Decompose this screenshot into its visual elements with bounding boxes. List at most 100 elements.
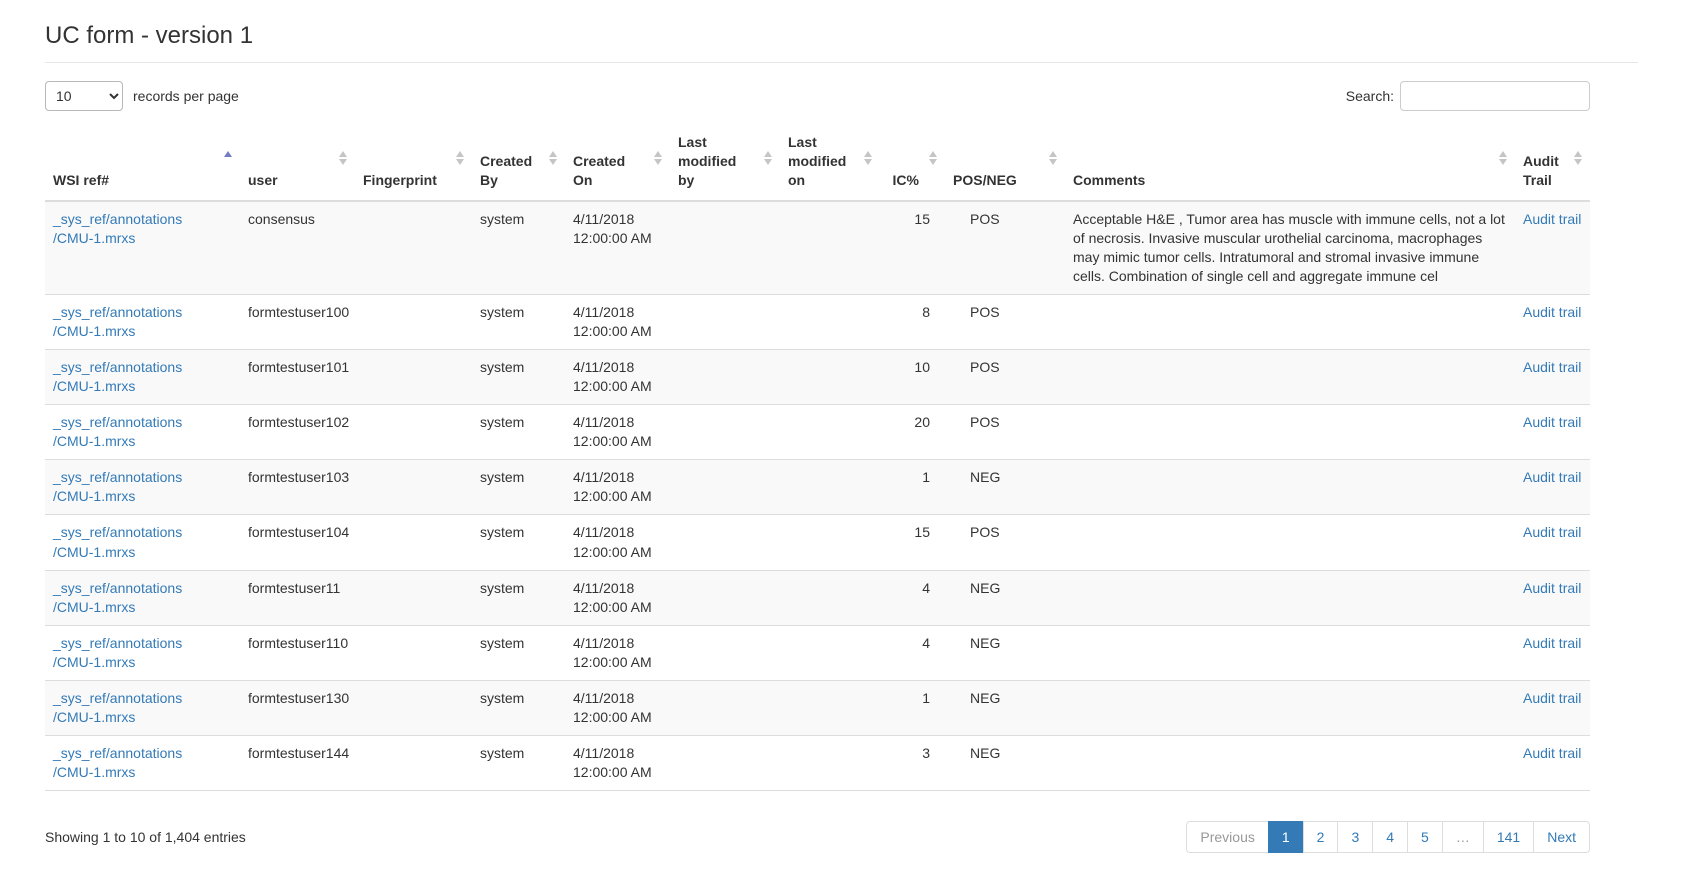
column-header[interactable]: Created On: [565, 129, 670, 201]
search-label: Search:: [1346, 88, 1394, 104]
cell-audit-trail: Audit trail: [1515, 460, 1590, 515]
sort-icon: [456, 151, 464, 165]
wsi-ref-link[interactable]: _sys_ref/annotations/CMU-1.mrxs: [53, 304, 182, 339]
pagination-item: Next: [1534, 821, 1590, 853]
audit-trail-link[interactable]: Audit trail: [1523, 635, 1581, 651]
cell-created-by: system: [472, 680, 565, 735]
cell-last-modified-on: [780, 625, 880, 680]
sort-desc-arrow-icon: [1049, 159, 1057, 165]
cell-ic-percent: 8: [880, 295, 945, 350]
table-row: _sys_ref/annotations/CMU-1.mrxs formtest…: [45, 680, 1590, 735]
column-header[interactable]: user: [240, 129, 355, 201]
table-header-row: WSI ref# user Fingerprint Created By Cre…: [45, 129, 1590, 201]
wsi-ref-line2: /CMU-1.mrxs: [53, 599, 135, 615]
created-on-date: 4/11/2018: [573, 211, 634, 227]
wsi-ref-link[interactable]: _sys_ref/annotations/CMU-1.mrxs: [53, 469, 182, 504]
wsi-ref-link[interactable]: _sys_ref/annotations/CMU-1.mrxs: [53, 580, 182, 615]
wsi-ref-link[interactable]: _sys_ref/annotations/CMU-1.mrxs: [53, 690, 182, 725]
cell-user: formtestuser110: [240, 625, 355, 680]
cell-last-modified-on: [780, 460, 880, 515]
wsi-ref-link[interactable]: _sys_ref/annotations/CMU-1.mrxs: [53, 635, 182, 670]
sort-icon: [654, 151, 662, 165]
sort-desc-arrow-icon: [1499, 159, 1507, 165]
cell-audit-trail: Audit trail: [1515, 350, 1590, 405]
audit-trail-link[interactable]: Audit trail: [1523, 524, 1581, 540]
sort-asc-arrow-icon: [456, 151, 464, 157]
cell-created-on: 4/11/201812:00:00 AM: [565, 350, 670, 405]
pagination-link[interactable]: 5: [1407, 821, 1443, 853]
pagination-item: 1: [1269, 821, 1304, 853]
sort-icon: [864, 151, 872, 165]
wsi-ref-link[interactable]: _sys_ref/annotations/CMU-1.mrxs: [53, 414, 182, 449]
search-input[interactable]: [1400, 81, 1590, 111]
wsi-ref-line1: _sys_ref/annotations: [53, 414, 182, 430]
column-header[interactable]: Created By: [472, 129, 565, 201]
column-header[interactable]: Audit Trail: [1515, 129, 1590, 201]
pagination-link[interactable]: 2: [1303, 821, 1339, 853]
cell-fingerprint: [355, 625, 472, 680]
sort-asc-arrow-icon: [339, 151, 347, 157]
cell-audit-trail: Audit trail: [1515, 515, 1590, 570]
wsi-ref-line2: /CMU-1.mrxs: [53, 433, 135, 449]
records-per-page-select[interactable]: 10: [45, 81, 123, 111]
cell-audit-trail: Audit trail: [1515, 625, 1590, 680]
audit-trail-link[interactable]: Audit trail: [1523, 580, 1581, 596]
column-header[interactable]: POS/NEG: [945, 129, 1065, 201]
pagination-link: …: [1442, 821, 1484, 853]
wsi-ref-link[interactable]: _sys_ref/annotations/CMU-1.mrxs: [53, 359, 182, 394]
audit-trail-link[interactable]: Audit trail: [1523, 690, 1581, 706]
audit-trail-link[interactable]: Audit trail: [1523, 211, 1581, 227]
audit-trail-link[interactable]: Audit trail: [1523, 469, 1581, 485]
column-header[interactable]: Fingerprint: [355, 129, 472, 201]
wsi-ref-line1: _sys_ref/annotations: [53, 359, 182, 375]
sort-asc-arrow-icon: [224, 151, 232, 157]
cell-created-by: system: [472, 350, 565, 405]
audit-trail-link[interactable]: Audit trail: [1523, 414, 1581, 430]
wsi-ref-link[interactable]: _sys_ref/annotations/CMU-1.mrxs: [53, 745, 182, 780]
cell-comments: [1065, 680, 1515, 735]
cell-comments: [1065, 515, 1515, 570]
records-per-page-label: records per page: [133, 88, 239, 104]
audit-trail-link[interactable]: Audit trail: [1523, 304, 1581, 320]
pagination-link[interactable]: 141: [1483, 821, 1534, 853]
cell-comments: [1065, 405, 1515, 460]
sort-icon: [224, 151, 232, 157]
cell-pos-neg: NEG: [945, 680, 1065, 735]
created-on-date: 4/11/2018: [573, 690, 634, 706]
audit-trail-link[interactable]: Audit trail: [1523, 359, 1581, 375]
cell-wsi-ref: _sys_ref/annotations/CMU-1.mrxs: [45, 625, 240, 680]
sort-desc-arrow-icon: [929, 159, 937, 165]
cell-last-modified-by: [670, 201, 780, 295]
cell-created-on: 4/11/201812:00:00 AM: [565, 405, 670, 460]
created-on-time: 12:00:00 AM: [573, 764, 652, 780]
cell-created-on: 4/11/201812:00:00 AM: [565, 570, 670, 625]
cell-ic-percent: 4: [880, 570, 945, 625]
table-body: _sys_ref/annotations/CMU-1.mrxs consensu…: [45, 201, 1590, 790]
pagination-link[interactable]: 4: [1372, 821, 1408, 853]
column-header[interactable]: Last modified by: [670, 129, 780, 201]
sort-desc-arrow-icon: [456, 159, 464, 165]
audit-trail-link[interactable]: Audit trail: [1523, 745, 1581, 761]
cell-created-on: 4/11/201812:00:00 AM: [565, 460, 670, 515]
pagination-link[interactable]: 3: [1337, 821, 1373, 853]
cell-audit-trail: Audit trail: [1515, 295, 1590, 350]
created-on-date: 4/11/2018: [573, 414, 634, 430]
cell-pos-neg: POS: [945, 350, 1065, 405]
pagination-link[interactable]: 1: [1268, 821, 1304, 853]
cell-fingerprint: [355, 201, 472, 295]
column-header-label: WSI ref#: [53, 172, 109, 188]
wsi-ref-line2: /CMU-1.mrxs: [53, 544, 135, 560]
wsi-ref-link[interactable]: _sys_ref/annotations/CMU-1.mrxs: [53, 211, 182, 246]
wsi-ref-link[interactable]: _sys_ref/annotations/CMU-1.mrxs: [53, 524, 182, 559]
column-header[interactable]: WSI ref#: [45, 129, 240, 201]
column-header[interactable]: Last modified on: [780, 129, 880, 201]
pagination-link[interactable]: Next: [1533, 821, 1590, 853]
cell-user: formtestuser103: [240, 460, 355, 515]
wsi-ref-line2: /CMU-1.mrxs: [53, 488, 135, 504]
cell-wsi-ref: _sys_ref/annotations/CMU-1.mrxs: [45, 405, 240, 460]
column-header-label: Comments: [1073, 172, 1145, 188]
cell-created-on: 4/11/201812:00:00 AM: [565, 680, 670, 735]
column-header[interactable]: Comments: [1065, 129, 1515, 201]
column-header[interactable]: IC%: [880, 129, 945, 201]
cell-last-modified-by: [670, 350, 780, 405]
